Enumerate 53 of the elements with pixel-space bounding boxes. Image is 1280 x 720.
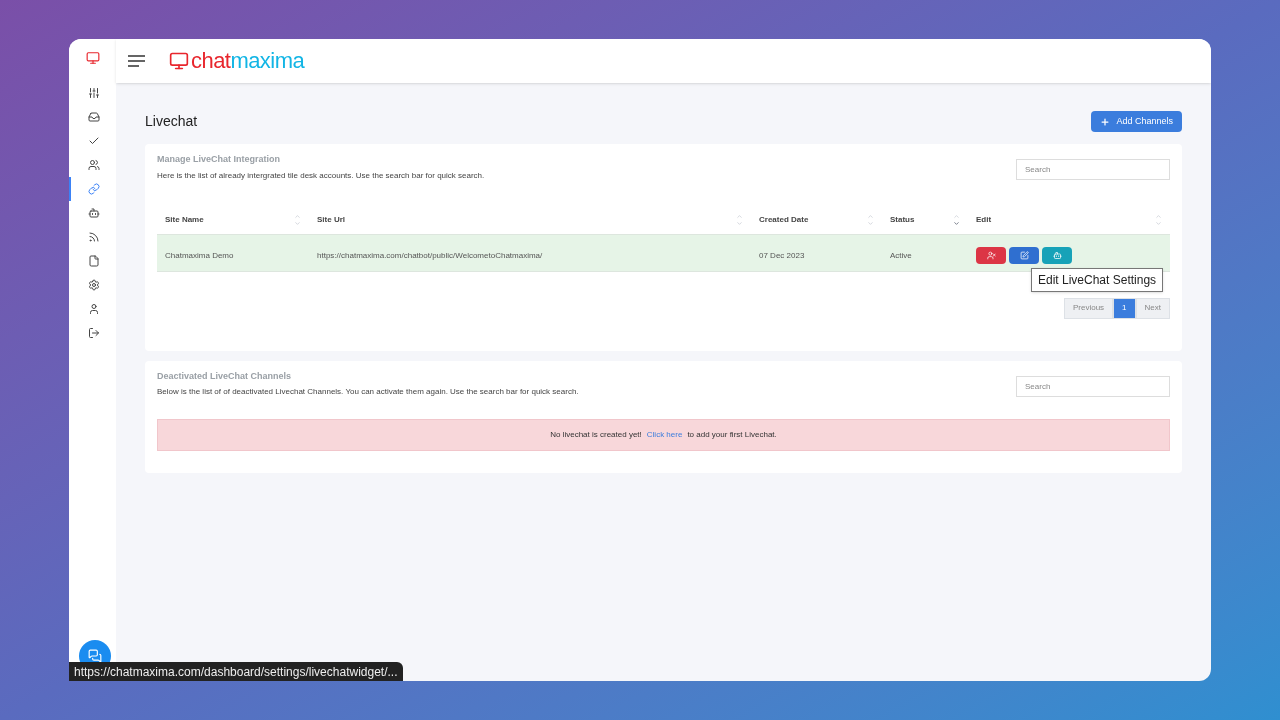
logo-icon	[169, 51, 189, 71]
link-icon	[87, 183, 100, 195]
file-icon	[87, 255, 100, 267]
sort-icon[interactable]	[867, 212, 874, 227]
rss-icon	[87, 231, 100, 243]
sort-icon[interactable]	[736, 212, 743, 227]
table-cell: Chatmaxima Demo	[165, 250, 234, 260]
inbox-icon	[87, 111, 100, 123]
edit-button[interactable]	[1009, 246, 1039, 264]
alert-text: No livechat is created yet!	[550, 429, 642, 441]
table-cell: 07 Dec 2023	[759, 250, 805, 260]
section-title: Deactivated LiveChat Channels	[157, 369, 293, 383]
click-here-link[interactable]: Click here	[646, 429, 683, 441]
table-cell: https://chatmaxima.com/chatbot/public/WelcometoChatmaxima/	[317, 250, 543, 260]
alert-text: to add your first Livechat.	[687, 429, 777, 441]
pagination-button[interactable]: Next	[1135, 297, 1170, 319]
robot-icon	[87, 207, 100, 219]
column-header: Edit	[976, 213, 992, 226]
section-description: Here is the list of already intergrated tile desk accounts. Use the search bar for quick search.	[157, 169, 485, 182]
settings-icon	[87, 279, 100, 291]
column-header: Created Date	[759, 213, 809, 226]
plus-icon	[1100, 116, 1111, 127]
search-field[interactable]: Search	[1016, 159, 1170, 180]
remove-user-icon	[986, 250, 996, 260]
search-field[interactable]: Search	[1016, 375, 1170, 397]
tooltip: Edit LiveChat Settings	[1031, 268, 1164, 292]
logout-icon	[87, 327, 100, 339]
page-title: Livechat	[145, 112, 198, 131]
column-header: Site Name	[165, 213, 204, 226]
add-channels-button[interactable]: Add Channels	[1091, 111, 1182, 132]
table-cell: Active	[890, 250, 912, 260]
sort-icon[interactable]	[1155, 212, 1162, 227]
chat-icon	[88, 649, 102, 663]
user-icon	[87, 303, 100, 315]
users-icon	[87, 159, 100, 171]
brand-logo: chatmaxima	[191, 50, 305, 72]
edit-icon	[1019, 250, 1029, 260]
menu-icon[interactable]	[128, 55, 145, 67]
pagination-button[interactable]: Previous	[1063, 297, 1114, 319]
column-header: Status	[890, 213, 915, 226]
pagination-button[interactable]: 1	[1113, 297, 1136, 319]
column-header: Site Url	[317, 213, 345, 226]
remove-user-button[interactable]	[976, 246, 1006, 264]
section-description: Below is the list of of deactivated Livechat Channels. You can activate them again. Use the search bar for quick search.	[157, 386, 579, 398]
sort-icon[interactable]	[953, 212, 960, 227]
logo-icon[interactable]	[85, 51, 100, 65]
sort-icon[interactable]	[294, 212, 301, 227]
link-preview-tooltip: https://chatmaxima.com/dashboard/settings/livechatwidget/...	[69, 662, 403, 681]
check-icon	[87, 135, 100, 147]
section-title: Manage LiveChat Integration	[157, 153, 282, 166]
bot-button[interactable]	[1042, 246, 1072, 264]
robot-icon	[1052, 250, 1062, 260]
sliders-icon	[87, 87, 100, 99]
